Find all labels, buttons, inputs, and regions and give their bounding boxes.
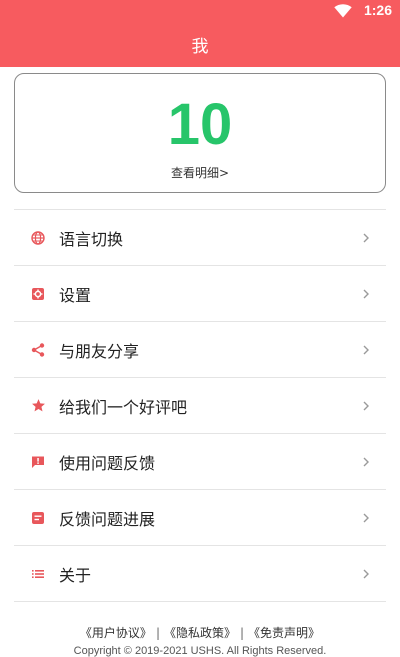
separator: | bbox=[155, 626, 160, 640]
copyright-text: Copyright © 2019-2021 USHS. All Rights R… bbox=[73, 645, 327, 657]
disclaimer-link[interactable]: 《免责声明》 bbox=[248, 626, 320, 640]
progress-icon bbox=[30, 510, 46, 526]
menu-item-label: 反馈问题进展 bbox=[59, 509, 156, 529]
settings-menu: 语言切换 设置 与朋友分享 给我们一个好评吧 使用问题反馈 反馈问题进展 关于 bbox=[14, 209, 386, 602]
feedback-icon bbox=[30, 454, 46, 470]
page-title: 我 bbox=[191, 37, 209, 57]
points-value: 10 bbox=[167, 92, 233, 157]
menu-item-about[interactable]: 关于 bbox=[14, 546, 386, 602]
chevron-right-icon bbox=[363, 345, 369, 355]
app-bar: 我 bbox=[0, 22, 400, 67]
chevron-right-icon bbox=[363, 457, 369, 467]
status-bar: 1:26 bbox=[0, 0, 400, 22]
menu-item-feedback[interactable]: 使用问题反馈 bbox=[14, 434, 386, 490]
view-details-link[interactable]: 查看明细> bbox=[15, 164, 385, 181]
menu-item-label: 给我们一个好评吧 bbox=[59, 397, 188, 417]
privacy-policy-link[interactable]: 《隐私政策》 bbox=[164, 626, 236, 640]
chevron-right-icon bbox=[363, 401, 369, 411]
chevron-right-icon bbox=[363, 289, 369, 299]
menu-item-share[interactable]: 与朋友分享 bbox=[14, 322, 386, 378]
points-card[interactable]: 10 查看明细> bbox=[14, 73, 386, 193]
menu-item-label: 语言切换 bbox=[59, 229, 124, 249]
menu-item-settings[interactable]: 设置 bbox=[14, 266, 386, 322]
user-agreement-link[interactable]: 《用户协议》 bbox=[80, 626, 152, 640]
star-icon bbox=[30, 398, 46, 414]
settings-icon bbox=[30, 286, 46, 302]
menu-item-language[interactable]: 语言切换 bbox=[14, 210, 386, 266]
menu-item-rate[interactable]: 给我们一个好评吧 bbox=[14, 378, 386, 434]
status-time: 1:26 bbox=[363, 2, 392, 18]
menu-item-label: 使用问题反馈 bbox=[59, 453, 156, 473]
chevron-right-icon bbox=[363, 233, 369, 243]
chevron-right-icon bbox=[363, 569, 369, 579]
list-icon bbox=[30, 566, 46, 582]
separator: | bbox=[240, 626, 245, 640]
share-icon bbox=[30, 342, 46, 358]
menu-item-label: 设置 bbox=[59, 285, 92, 305]
chevron-right-icon bbox=[363, 513, 369, 523]
menu-item-label: 与朋友分享 bbox=[59, 341, 140, 361]
legal-links: 《用户协议》 | 《隐私政策》 | 《免责声明》 bbox=[0, 624, 400, 641]
menu-item-label: 关于 bbox=[59, 565, 92, 585]
wifi-icon bbox=[334, 4, 352, 18]
menu-item-feedback-progress[interactable]: 反馈问题进展 bbox=[14, 490, 386, 546]
globe-icon bbox=[30, 230, 46, 246]
